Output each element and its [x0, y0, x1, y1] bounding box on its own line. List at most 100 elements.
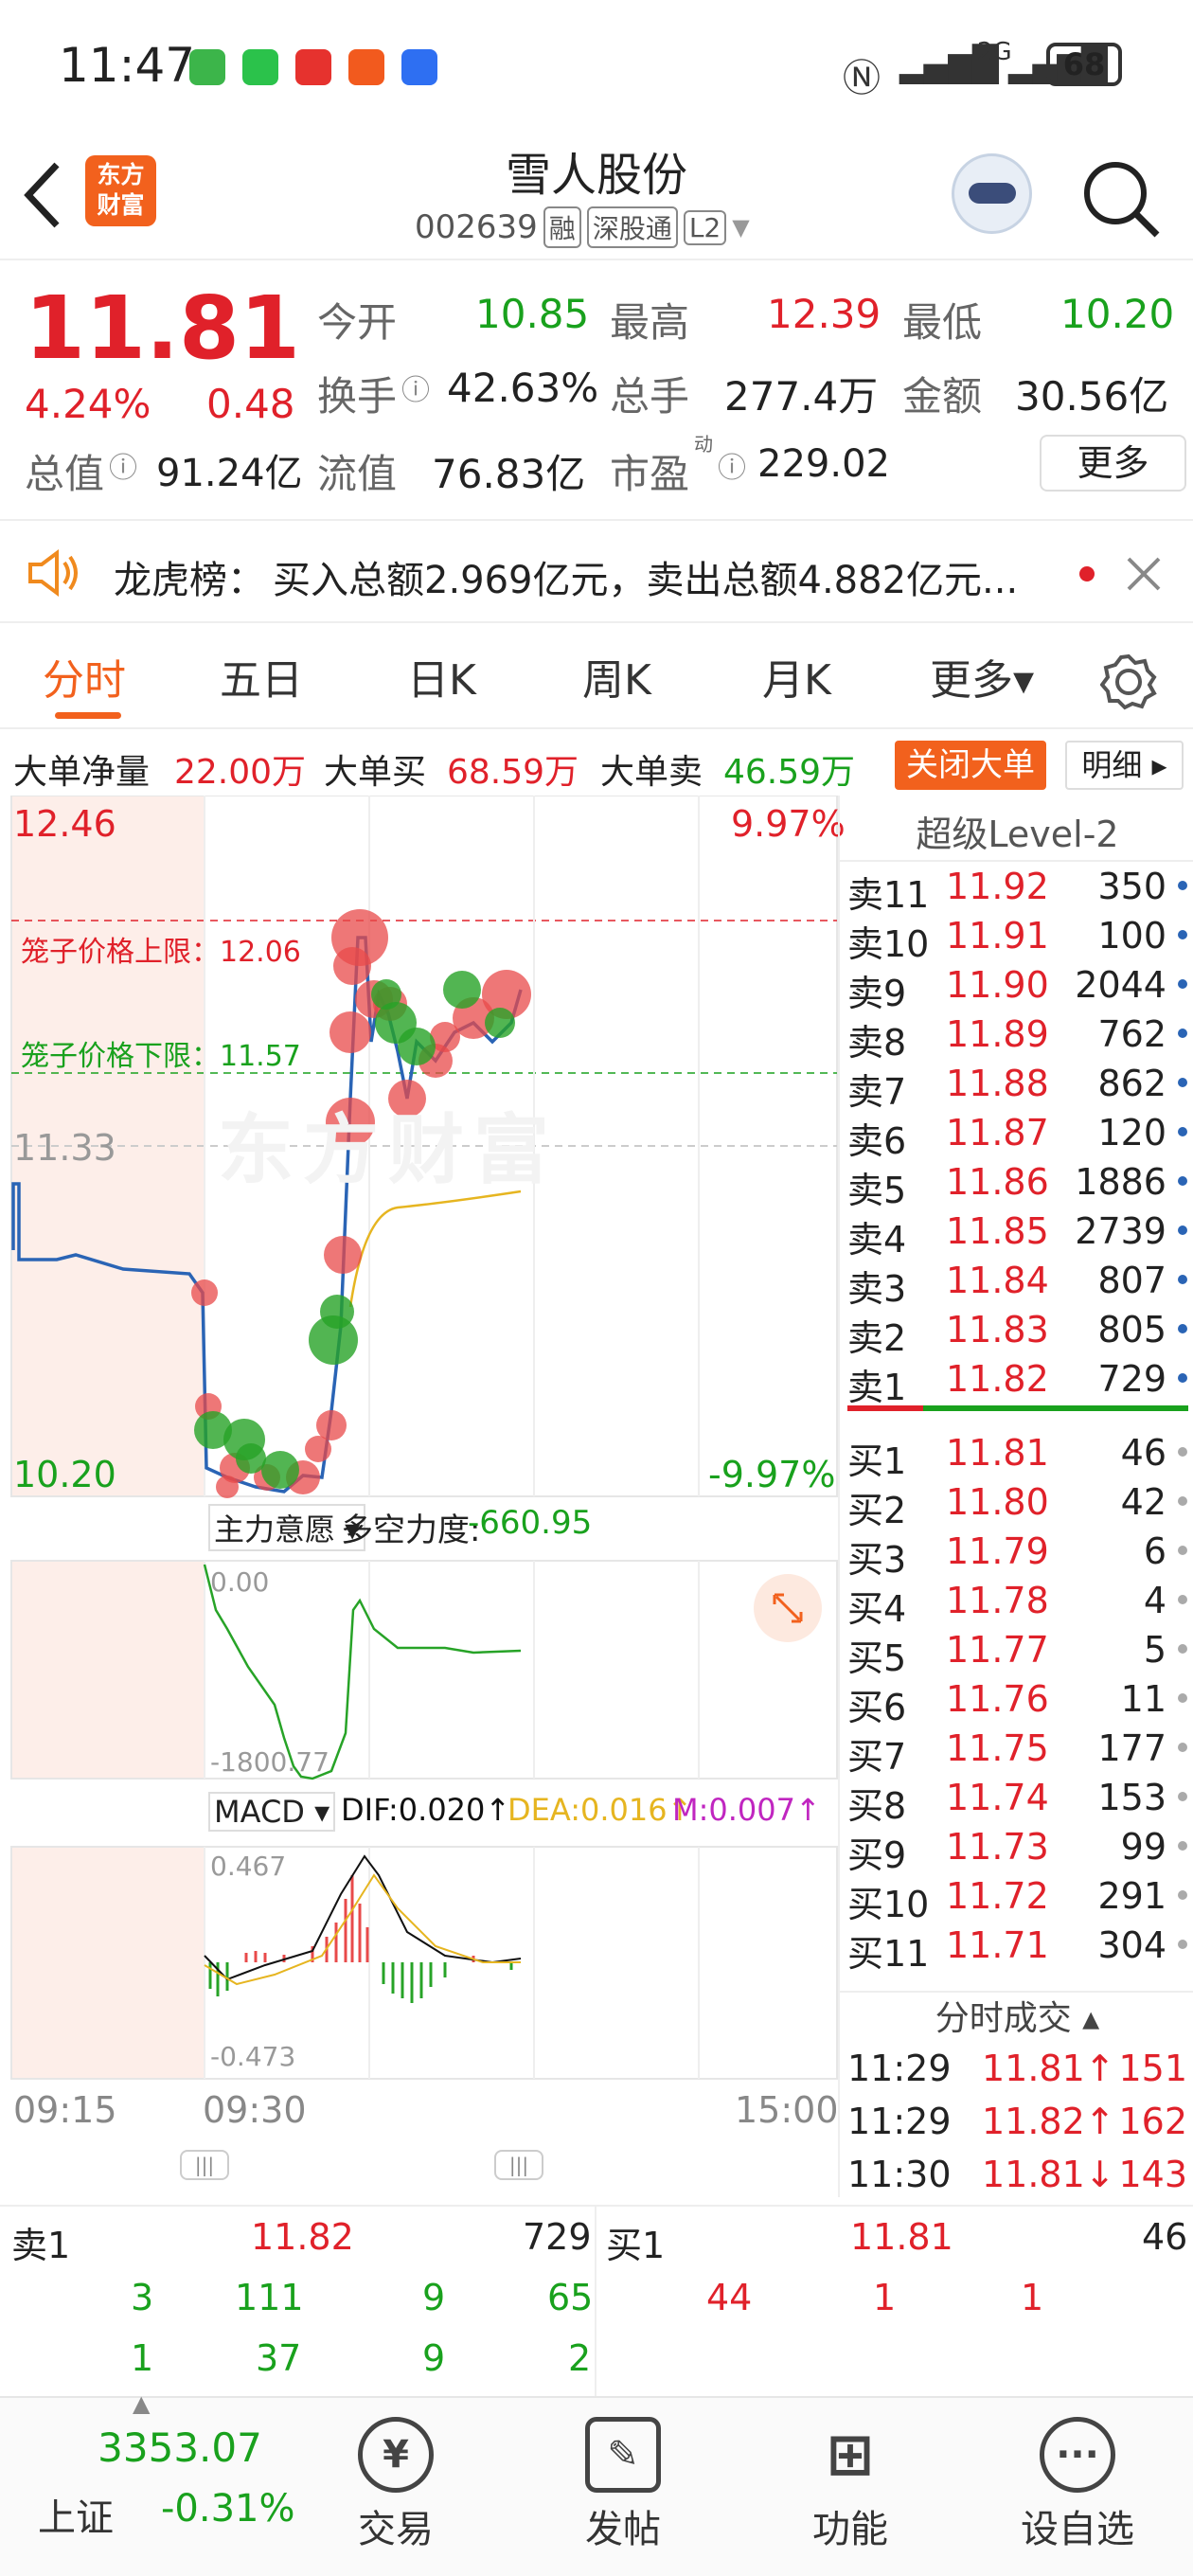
amount-value: 30.56亿 [1015, 373, 1169, 420]
ask-price: 11.92 [946, 866, 1049, 907]
ask-row[interactable]: 卖10 11.91 100 [840, 911, 1193, 965]
sell-queue-cell: 9 [422, 2337, 446, 2379]
bid-row[interactable]: 买7 11.75 177 [840, 1724, 1193, 1778]
macd-top-label: 0.467 [210, 1851, 287, 1882]
tab-monthly-k[interactable]: 月K [762, 646, 831, 707]
tick-time: 11:29 [847, 2101, 952, 2142]
range-handle-left[interactable]: ||| [180, 2150, 229, 2180]
ask-price: 11.89 [946, 1013, 1049, 1055]
chevron-up-icon[interactable]: ▲ [133, 2390, 150, 2417]
open-label: 今开 [317, 299, 398, 346]
premarket-shade-ind [11, 1561, 205, 1779]
tab-intraday[interactable]: 分时 [43, 646, 126, 707]
bid-row[interactable]: 买11 11.71 304 [840, 1921, 1193, 1971]
bid-row[interactable]: 买1 11.81 46 [840, 1428, 1193, 1482]
nav-trade[interactable]: ¥ 交易 [311, 2417, 481, 2553]
index-change: -0.31% [161, 2487, 295, 2531]
bid-levels: 买1 11.81 46 买2 11.80 42 买3 11.79 6 买4 11.78 4 买5 11.7… [840, 1426, 1193, 1971]
ask-volume: 2739 [1075, 1210, 1166, 1252]
nav-post[interactable]: ✎ 发帖 [538, 2417, 708, 2553]
stock-header: 东方 财富 雪人股份 002639 融 深股通 L2 ▼ [0, 133, 1193, 260]
watermark: 东方财富 [218, 1106, 559, 1194]
range-handle-right[interactable]: ||| [494, 2150, 543, 2180]
bottom-nav: ▲ 3353.07 上证 -0.31% ¥ 交易 ✎ 发帖 ⊞ 功能 ··· 设… [0, 2390, 1193, 2576]
change-amount: 0.48 [206, 381, 295, 427]
detail-button[interactable]: 明细 ▸ [1065, 741, 1184, 790]
bid-dot [1178, 1693, 1187, 1703]
bid-row[interactable]: 买8 11.74 153 [840, 1773, 1193, 1827]
sell-queue-cell: 37 [256, 2337, 302, 2379]
sell-queue-cell: 2 [568, 2337, 592, 2379]
intraday-chart[interactable]: 12.46 9.97% 笼子价格上限：12.06 笼子价格下限：11.57 11… [0, 796, 846, 2180]
ask-label: 卖7 [847, 1071, 907, 1113]
close-big-order-button[interactable]: 关闭大单 [895, 741, 1046, 790]
robot-assistant-icon[interactable] [952, 153, 1032, 234]
macd-red-bars [244, 1875, 475, 1962]
ask-row[interactable]: 卖7 11.88 862 [840, 1059, 1193, 1113]
bid-row[interactable]: 买4 11.78 4 [840, 1576, 1193, 1630]
tag-margin: 融 [543, 206, 581, 248]
search-icon[interactable] [1079, 157, 1165, 242]
ask-row[interactable]: 卖1 11.82 729 [840, 1354, 1193, 1408]
amount-label: 金额 [902, 373, 983, 420]
ask-dot [1178, 1176, 1187, 1186]
index-ticker[interactable]: 3353.07 [38, 2424, 322, 2471]
ask-row[interactable]: 卖8 11.89 762 [840, 1010, 1193, 1064]
ask-label: 卖2 [847, 1317, 907, 1359]
info-icon[interactable]: ⓘ [109, 444, 137, 486]
premarket-shade-macd [11, 1847, 205, 2079]
grid-icon: ⊞ [826, 2422, 875, 2488]
nav-functions[interactable]: ⊞ 功能 [765, 2417, 935, 2553]
ask-volume: 120 [1097, 1112, 1166, 1154]
ask-row[interactable]: 卖11 11.92 350 [840, 862, 1193, 916]
ind-bottom-label: -1800.77 [210, 1746, 329, 1778]
bid-row[interactable]: 买10 11.72 291 [840, 1871, 1193, 1925]
bid-row[interactable]: 买9 11.73 99 [840, 1822, 1193, 1876]
ask-price: 11.84 [946, 1260, 1049, 1301]
network-label: 2G [977, 38, 1012, 66]
ask-row[interactable]: 卖3 11.84 807 [840, 1256, 1193, 1310]
ask-label: 卖6 [847, 1120, 907, 1162]
dragon-tiger-notice[interactable]: 龙虎榜： 买入总额2.969亿元，卖出总额4.882亿元... [0, 519, 1193, 623]
ticks-title[interactable]: 分时成交 ▴ [840, 1991, 1193, 2040]
ask-label: 卖8 [847, 1022, 907, 1064]
force-value: -660.95 [468, 1504, 593, 1542]
nav-add-watchlist[interactable]: ··· 设自选 [992, 2417, 1163, 2553]
info-icon[interactable]: ⓘ [401, 367, 430, 408]
close-icon[interactable] [1125, 555, 1163, 593]
gear-icon[interactable] [1100, 653, 1157, 710]
macd-select[interactable]: MACD ▾ [208, 1792, 336, 1832]
time-open: 09:30 [203, 2089, 307, 2131]
tab-five-day[interactable]: 五日 [220, 646, 303, 707]
stock-code-row[interactable]: 002639 融 深股通 L2 ▼ [415, 206, 750, 248]
wechat-icon [242, 49, 278, 85]
tab-daily-k[interactable]: 日K [407, 646, 476, 707]
ask-label: 卖3 [847, 1268, 907, 1310]
queue-sell-label: 卖1 [11, 2225, 71, 2266]
ask-row[interactable]: 卖6 11.87 120 [840, 1108, 1193, 1162]
bid-price: 11.74 [946, 1777, 1049, 1818]
high-limit-pct: 9.97% [731, 803, 846, 845]
ask-row[interactable]: 卖5 11.86 1886 [840, 1157, 1193, 1211]
tab-weekly-k[interactable]: 周K [582, 646, 651, 707]
bid-row[interactable]: 买3 11.79 6 [840, 1527, 1193, 1581]
ask-row[interactable]: 卖4 11.85 2739 [840, 1207, 1193, 1261]
nav-post-label: 发帖 [585, 2508, 661, 2551]
ask-volume: 729 [1097, 1358, 1166, 1400]
battery-icon: 68 [1046, 43, 1122, 86]
ask-price: 11.82 [946, 1358, 1049, 1400]
info-icon[interactable]: ⓘ [718, 444, 746, 486]
bid-dot [1178, 1743, 1187, 1752]
ask-dot [1178, 930, 1187, 939]
more-button[interactable]: 更多 [1040, 435, 1186, 492]
ask-row[interactable]: 卖9 11.90 2044 [840, 960, 1193, 1014]
ask-row[interactable]: 卖2 11.83 805 [840, 1305, 1193, 1359]
bid-row[interactable]: 买6 11.76 11 [840, 1674, 1193, 1728]
tab-more[interactable]: 更多▾ [930, 646, 1034, 707]
low-limit-price: 10.20 [13, 1454, 116, 1495]
level2-title[interactable]: 超级Level-2 [840, 805, 1193, 857]
ask-volume: 805 [1097, 1309, 1166, 1351]
bid-row[interactable]: 买2 11.80 42 [840, 1477, 1193, 1531]
open-value: 10.85 [475, 291, 590, 337]
bid-row[interactable]: 买5 11.77 5 [840, 1625, 1193, 1679]
